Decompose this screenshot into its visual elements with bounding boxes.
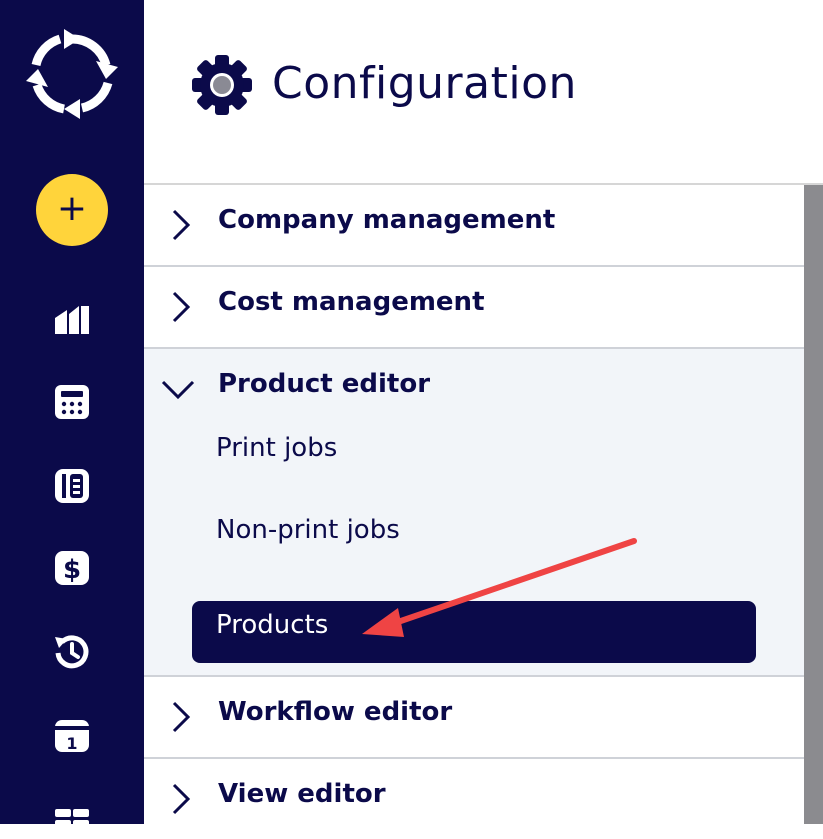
page-title: Configuration <box>272 58 577 109</box>
section-label: Cost management <box>218 287 485 317</box>
sub-item-non-print-jobs[interactable]: Non-print jobs <box>144 511 804 593</box>
calendar-icon[interactable]: 1 <box>52 716 92 756</box>
sub-item-label: Products <box>216 610 329 640</box>
grid-icon[interactable] <box>52 798 92 838</box>
cycle-arrows-logo[interactable] <box>24 27 120 121</box>
section-label: Workflow editor <box>218 697 453 727</box>
section-header-company-management[interactable]: Company management <box>144 185 804 265</box>
section-header-view-editor[interactable]: View editor <box>144 759 804 839</box>
section-label: Company management <box>218 205 556 235</box>
chevron-right-icon <box>172 701 191 733</box>
dollar-icon[interactable]: $ <box>52 548 92 588</box>
ledger-icon[interactable] <box>52 466 92 506</box>
configuration-list: Company management Cost management Produ… <box>144 185 804 824</box>
section-header-product-editor[interactable]: Product editor <box>144 349 804 429</box>
section-cost-management: Cost management <box>144 267 804 349</box>
add-button[interactable]: + <box>36 174 108 246</box>
section-company-management: Company management <box>144 185 804 267</box>
chevron-right-icon <box>172 291 191 323</box>
chevron-down-icon <box>161 380 195 400</box>
page-header: Configuration <box>144 0 823 185</box>
section-label: View editor <box>218 779 386 809</box>
sidebar: + $ 1 <box>0 0 144 828</box>
sub-item-label: Print jobs <box>216 433 338 463</box>
section-workflow-editor: Workflow editor <box>144 677 804 759</box>
scrollbar[interactable] <box>804 185 823 824</box>
factory-icon[interactable] <box>52 300 92 340</box>
section-label: Product editor <box>218 369 431 399</box>
chevron-right-icon <box>172 783 191 815</box>
section-product-editor: Product editor Print jobs Non-print jobs… <box>144 349 804 677</box>
gear-icon <box>192 55 252 115</box>
history-clock-icon[interactable] <box>52 632 92 672</box>
calendar-day-label: 1 <box>66 734 77 753</box>
sub-item-products[interactable]: Products <box>144 593 804 675</box>
calculator-icon[interactable] <box>52 382 92 422</box>
svg-text:$: $ <box>63 555 81 585</box>
sub-item-label: Non-print jobs <box>216 515 400 545</box>
plus-icon: + <box>56 187 88 229</box>
sub-item-print-jobs[interactable]: Print jobs <box>144 429 804 511</box>
section-header-cost-management[interactable]: Cost management <box>144 267 804 347</box>
section-header-workflow-editor[interactable]: Workflow editor <box>144 677 804 757</box>
chevron-right-icon <box>172 209 191 241</box>
section-view-editor: View editor <box>144 759 804 839</box>
